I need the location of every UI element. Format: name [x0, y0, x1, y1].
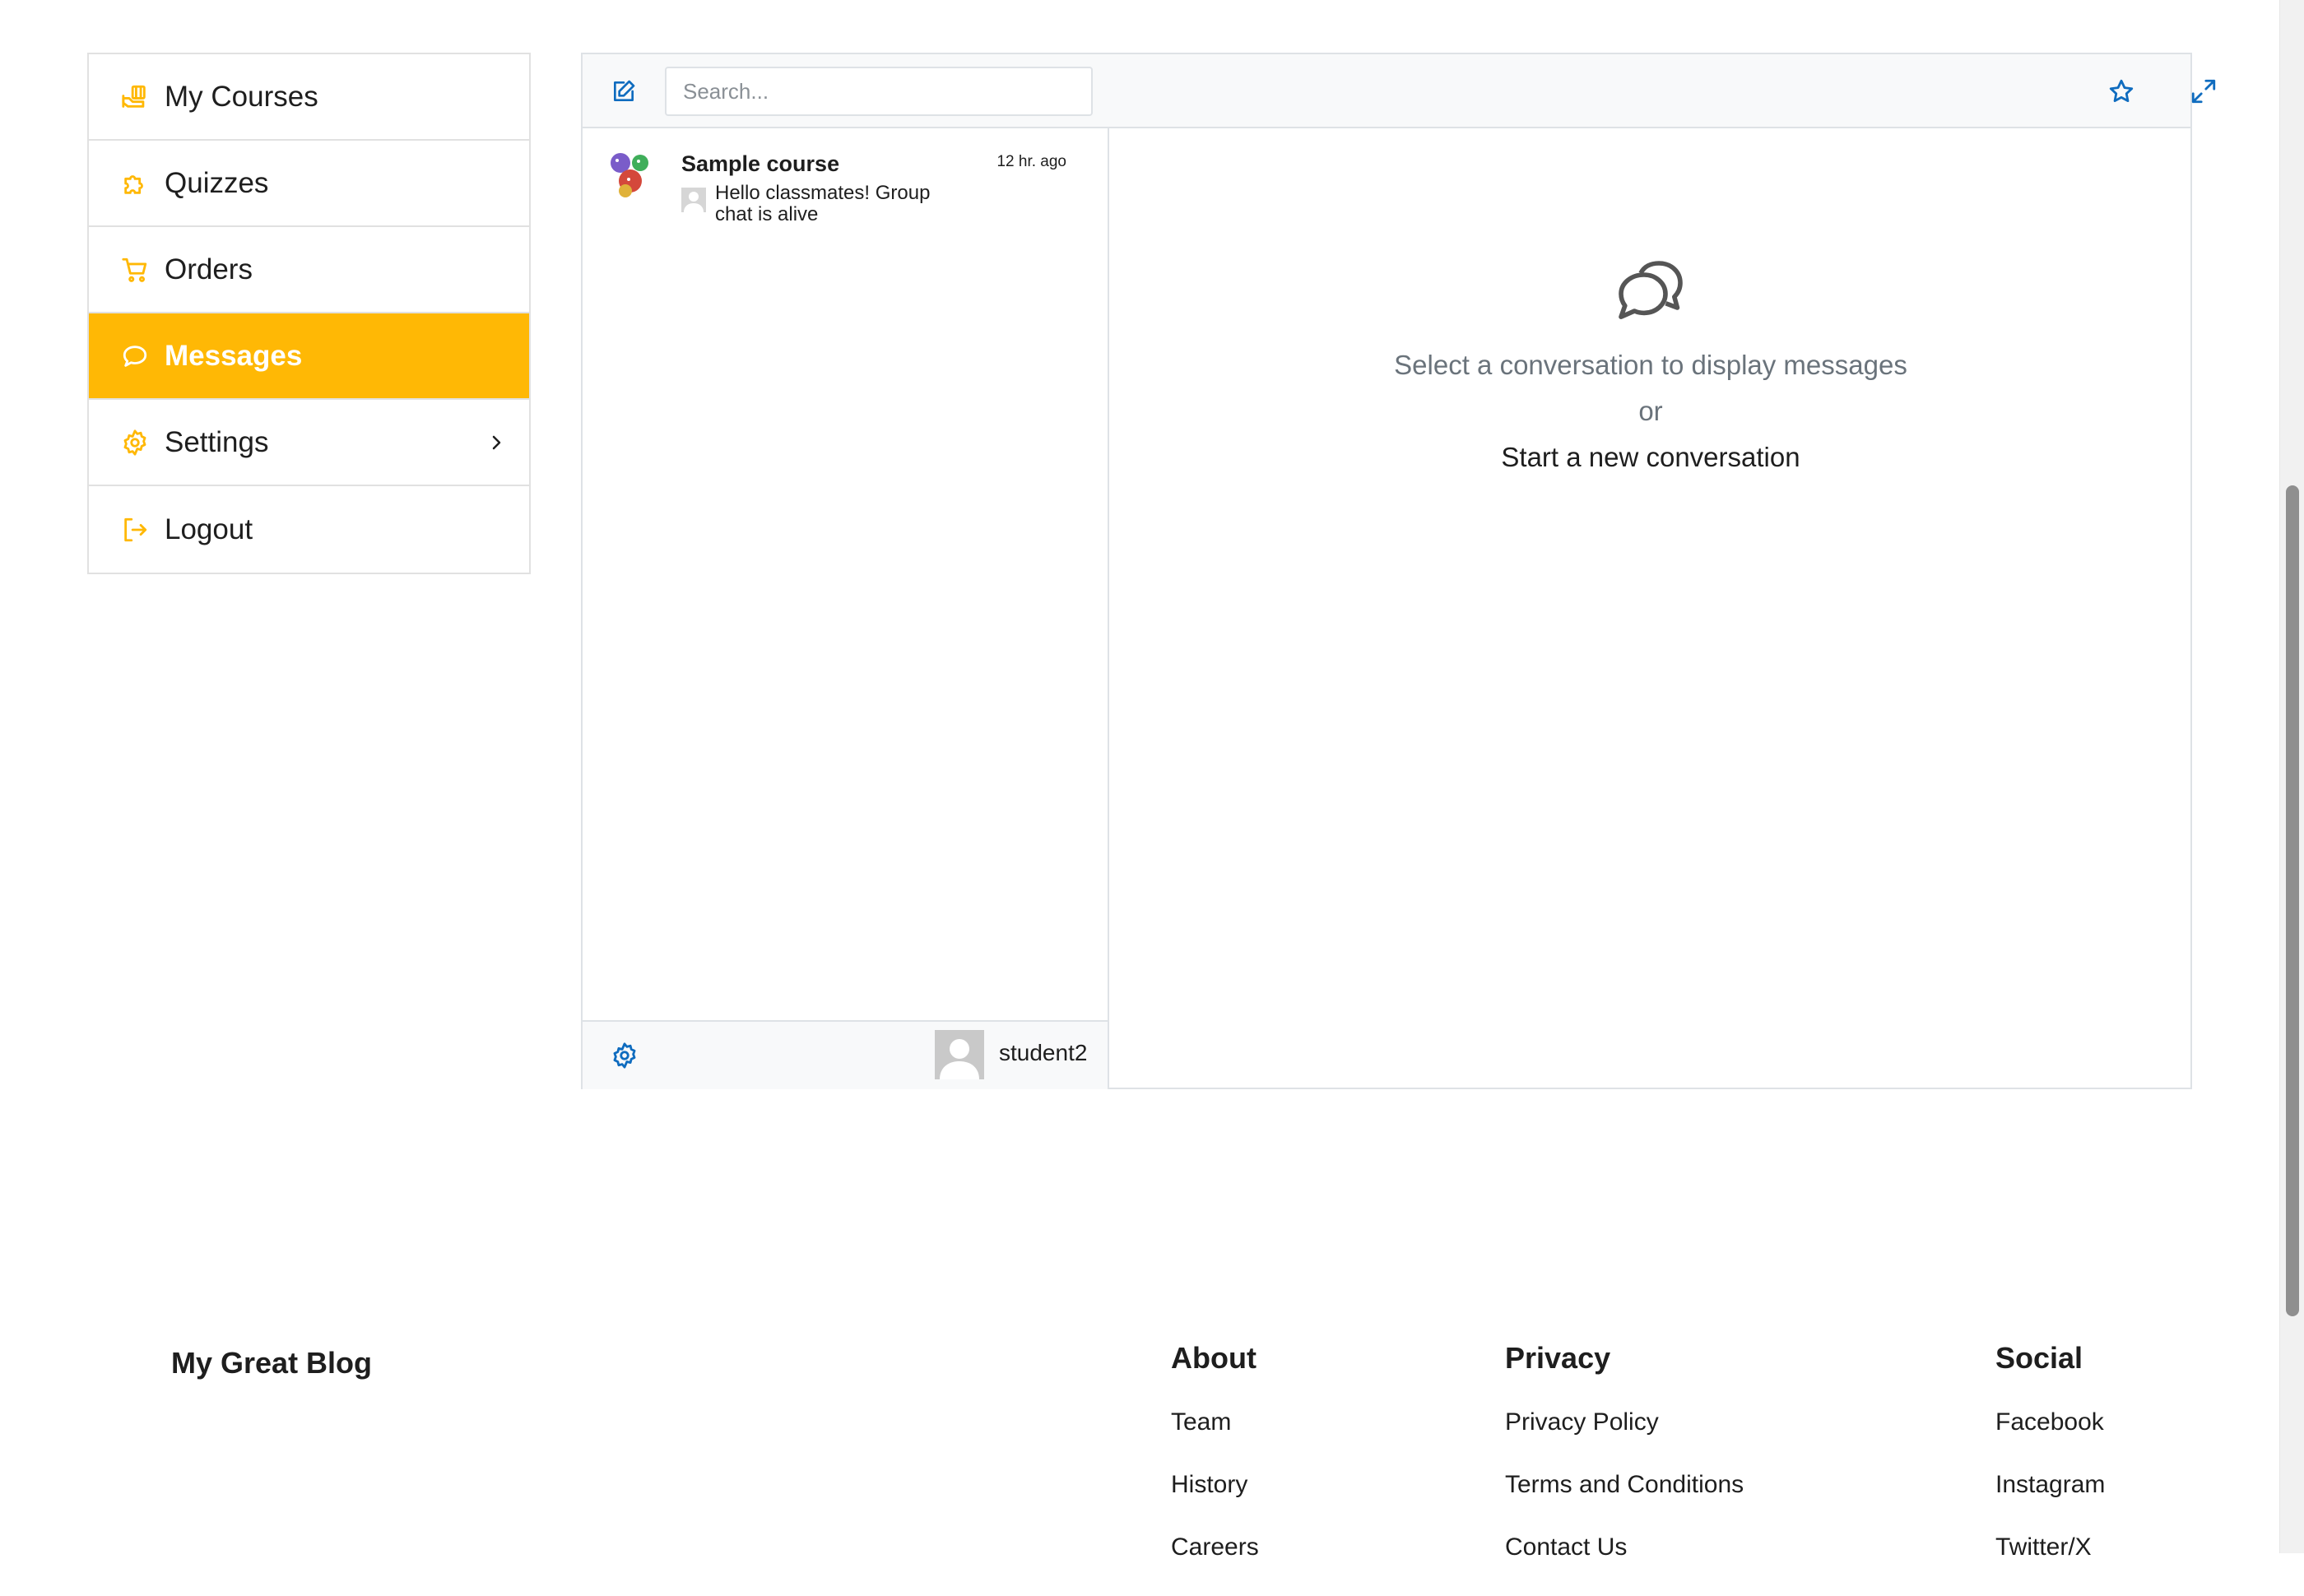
search-input[interactable]	[665, 67, 1093, 116]
footer-column-privacy: Privacy Privacy Policy Terms and Conditi…	[1505, 1341, 1744, 1596]
scrollbar-thumb[interactable]	[2286, 485, 2299, 1316]
user-name[interactable]: student2	[999, 1040, 1087, 1066]
expand-button[interactable]	[2181, 68, 2227, 114]
courses-icon	[120, 82, 150, 112]
footer-link-facebook[interactable]: Facebook	[1995, 1408, 2105, 1436]
footer-link-history[interactable]: History	[1171, 1471, 1259, 1499]
footer-heading: Privacy	[1505, 1341, 1611, 1375]
sidebar-item-orders[interactable]: Orders	[89, 227, 529, 313]
sidebar-item-label: My Courses	[165, 80, 318, 113]
favourites-button[interactable]	[2098, 68, 2144, 114]
gear-icon	[120, 428, 150, 457]
footer-link-contact[interactable]: Contact Us	[1505, 1533, 1744, 1561]
user-avatar[interactable]	[935, 1030, 984, 1079]
expand-icon	[2191, 79, 2216, 104]
logout-icon	[120, 515, 150, 545]
footer-link-team[interactable]: Team	[1171, 1408, 1259, 1436]
conversation-item[interactable]: Sample course 12 hr. ago Hello classmate…	[583, 128, 1108, 235]
sidebar-item-my-courses[interactable]: My Courses	[89, 54, 529, 141]
chevron-right-icon	[492, 435, 501, 449]
chat-bubbles-icon	[1619, 261, 1683, 319]
footer-heading: Social	[1995, 1341, 2083, 1375]
course-image-icon	[611, 153, 648, 197]
sidebar-item-label: Orders	[165, 253, 253, 285]
footer-link-privacy-policy[interactable]: Privacy Policy	[1505, 1408, 1744, 1436]
sidebar-item-settings[interactable]: Settings	[89, 400, 529, 486]
conversation-list-footer: student2	[583, 1020, 1108, 1089]
sender-avatar	[681, 188, 706, 212]
page-scrollbar[interactable]	[2279, 0, 2304, 1553]
site-title[interactable]: My Great Blog	[171, 1346, 372, 1380]
footer-column-social: Social Facebook Instagram Twitter/X	[1995, 1341, 2105, 1596]
footer-link-twitter[interactable]: Twitter/X	[1995, 1533, 2105, 1561]
footer-link-instagram[interactable]: Instagram	[1995, 1471, 2105, 1499]
pencil-edit-icon	[614, 80, 635, 101]
conversation-last-message: Hello classmates! Group chat is alive	[715, 182, 931, 225]
empty-state-or: or	[1638, 396, 1663, 426]
conversation-list: Sample course 12 hr. ago Hello classmate…	[583, 128, 1109, 1089]
start-new-conversation-link[interactable]: Start a new conversation	[1501, 442, 1800, 473]
empty-state: Select a conversation to display message…	[1111, 252, 2190, 473]
new-message-button[interactable]	[601, 68, 647, 114]
sidebar-item-label: Messages	[165, 339, 303, 372]
chat-icon	[120, 341, 150, 371]
star-icon	[2109, 79, 2134, 103]
conversation-time: 12 hr. ago	[996, 153, 1066, 170]
sidebar-item-messages[interactable]: Messages	[89, 313, 529, 400]
message-area: Select a conversation to display message…	[1111, 128, 2190, 1089]
sidebar-item-quizzes[interactable]: Quizzes	[89, 141, 529, 227]
account-sidebar: My Courses Quizzes Orders Messages Setti…	[87, 53, 531, 574]
puzzle-icon	[120, 169, 150, 198]
footer-heading: About	[1171, 1341, 1257, 1375]
sidebar-item-logout[interactable]: Logout	[89, 486, 529, 573]
sidebar-item-label: Quizzes	[165, 166, 269, 199]
footer-column-about: About Team History Careers	[1171, 1341, 1259, 1596]
messaging-panel: Sample course 12 hr. ago Hello classmate…	[581, 53, 2216, 1089]
gear-icon	[613, 1042, 636, 1069]
sidebar-item-label: Settings	[165, 425, 269, 458]
empty-state-message: Select a conversation to display message…	[1394, 350, 1907, 380]
cart-icon	[120, 255, 150, 285]
sidebar-item-label: Logout	[165, 513, 253, 545]
conversation-title: Sample course	[681, 151, 840, 176]
messaging-settings-button[interactable]	[607, 1038, 642, 1073]
footer-link-careers[interactable]: Careers	[1171, 1533, 1259, 1561]
footer-link-terms[interactable]: Terms and Conditions	[1505, 1471, 1744, 1499]
messaging-header	[583, 54, 2216, 128]
